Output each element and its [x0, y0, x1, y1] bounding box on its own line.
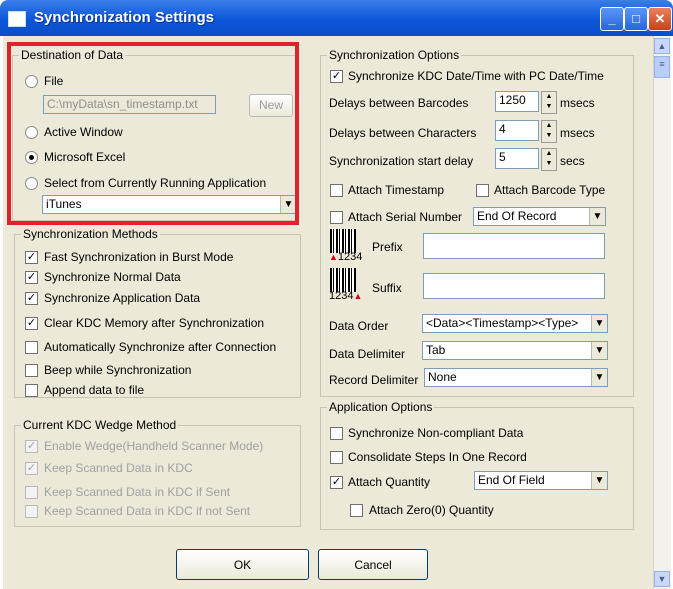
noncompliant-label: Synchronize Non-compliant Data — [348, 426, 524, 440]
attach-quantity-checkbox[interactable]: ✓ — [330, 476, 343, 489]
scroll-up-icon[interactable]: ▲ — [654, 38, 670, 54]
delay-chars-spinner[interactable]: ▲ ▼ — [541, 120, 557, 143]
keep-scanned-checkbox[interactable]: ✓ — [25, 462, 38, 475]
data-delimiter-value: Tab — [426, 343, 446, 357]
keep-if-not-sent-label: Keep Scanned Data in KDC if not Sent — [44, 504, 251, 518]
enable-wedge-label: Enable Wedge(Handheld Scanner Mode) — [44, 439, 264, 453]
cancel-button[interactable]: Cancel — [318, 549, 428, 580]
append-file-label: Append data to file — [44, 383, 145, 397]
data-delimiter-label: Data Delimiter — [329, 347, 406, 361]
suffix-barcode-number: 1234▲ — [329, 290, 363, 302]
attach-quantity-label: Attach Quantity — [348, 475, 431, 489]
wedge-legend: Current KDC Wedge Method — [21, 418, 179, 432]
sync-methods-legend: Synchronization Methods — [21, 227, 160, 241]
clear-memory-label: Clear KDC Memory after Synchronization — [44, 316, 265, 330]
close-button[interactable]: ✕ — [648, 7, 672, 31]
delay-barcodes-input[interactable]: 1250 — [495, 91, 539, 112]
delay-chars-input[interactable]: 4 — [495, 120, 539, 141]
attach-zero-checkbox[interactable] — [350, 504, 363, 517]
chevron-down-icon[interactable]: ▼ — [591, 315, 607, 332]
data-order-value: <Data><Timestamp><Type> — [426, 316, 579, 330]
append-file-checkbox[interactable] — [25, 384, 38, 397]
clear-memory-checkbox[interactable]: ✓ — [25, 317, 38, 330]
data-delimiter-select[interactable]: Tab ▼ — [422, 341, 608, 360]
delay-barcodes-label: Delays between Barcodes — [329, 96, 469, 110]
enable-wedge-checkbox[interactable]: ✓ — [25, 440, 38, 453]
noncompliant-checkbox[interactable] — [330, 427, 343, 440]
keep-if-sent-label: Keep Scanned Data in KDC if Sent — [44, 485, 231, 499]
red-triangle-icon: ▲ — [329, 252, 338, 262]
keep-scanned-label: Keep Scanned Data in KDC — [44, 461, 193, 475]
application-data-label: Synchronize Application Data — [44, 291, 201, 305]
chevron-down-icon[interactable]: ▼ — [591, 472, 607, 489]
highlight-frame — [7, 42, 299, 225]
suffix-barcode-icon: 1234▲ — [329, 268, 363, 302]
attach-timestamp-label: Attach Timestamp — [348, 183, 445, 197]
beep-checkbox[interactable] — [25, 364, 38, 377]
sync-datetime-label: Synchronize KDC Date/Time with PC Date/T… — [348, 69, 604, 83]
delay-chars-label: Delays between Characters — [329, 126, 477, 140]
fast-burst-label: Fast Synchronization in Burst Mode — [44, 250, 234, 264]
consolidate-label: Consolidate Steps In One Record — [348, 450, 527, 464]
delay-barcodes-spinner[interactable]: ▲ ▼ — [541, 91, 557, 114]
beep-label: Beep while Synchronization — [44, 363, 192, 377]
start-delay-label: Synchronization start delay — [329, 154, 474, 168]
record-delimiter-value: None — [428, 370, 457, 384]
prefix-input[interactable] — [423, 233, 605, 259]
scroll-down-icon[interactable]: ▼ — [654, 571, 670, 587]
chevron-down-icon[interactable]: ▼ — [589, 208, 605, 225]
prefix-label: Prefix — [372, 240, 403, 254]
chevron-down-icon[interactable]: ▼ — [591, 342, 607, 359]
consolidate-checkbox[interactable] — [330, 451, 343, 464]
attach-serial-checkbox[interactable] — [330, 211, 343, 224]
keep-if-sent-checkbox[interactable] — [25, 486, 38, 499]
maximize-button[interactable]: □ — [624, 7, 648, 31]
auto-sync-label: Automatically Synchronize after Connecti… — [44, 340, 277, 354]
window-icon — [8, 11, 26, 27]
prefix-barcode-number: ▲1234 — [329, 251, 363, 263]
barcode-graphic — [330, 268, 356, 292]
vertical-scrollbar[interactable]: ▲ ≡ ▼ — [653, 36, 671, 589]
title-bar: Synchronization Settings _ □ ✕ — [0, 0, 673, 36]
window-title: Synchronization Settings — [34, 9, 215, 26]
keep-if-not-sent-checkbox[interactable] — [25, 505, 38, 518]
fast-burst-checkbox[interactable]: ✓ — [25, 251, 38, 264]
attach-zero-label: Attach Zero(0) Quantity — [369, 503, 494, 517]
delay-chars-unit: msecs — [560, 126, 595, 140]
sync-datetime-checkbox[interactable]: ✓ — [330, 70, 343, 83]
normal-data-checkbox[interactable]: ✓ — [25, 271, 38, 284]
data-order-select[interactable]: <Data><Timestamp><Type> ▼ — [422, 314, 608, 333]
ok-button[interactable]: OK — [176, 549, 309, 580]
app-options-legend: Application Options — [327, 400, 435, 414]
prefix-barcode-icon: ▲1234 — [329, 229, 363, 263]
normal-data-label: Synchronize Normal Data — [44, 270, 181, 284]
attach-barcode-type-checkbox[interactable] — [476, 184, 489, 197]
start-delay-spinner[interactable]: ▲ ▼ — [541, 148, 557, 171]
attach-serial-label: Attach Serial Number — [348, 210, 463, 224]
application-data-checkbox[interactable]: ✓ — [25, 292, 38, 305]
start-delay-unit: secs — [560, 154, 585, 168]
sync-options-legend: Synchronization Options — [327, 48, 462, 62]
suffix-input[interactable] — [423, 273, 605, 299]
start-delay-input[interactable]: 5 — [495, 148, 539, 169]
serial-position-value: End Of Record — [477, 209, 557, 223]
record-delimiter-label: Record Delimiter — [329, 373, 419, 387]
quantity-position-value: End Of Field — [478, 473, 545, 487]
barcode-graphic — [330, 229, 356, 253]
delay-barcodes-unit: msecs — [560, 96, 595, 110]
serial-position-select[interactable]: End Of Record ▼ — [473, 207, 606, 226]
record-delimiter-select[interactable]: None ▼ — [424, 368, 608, 387]
auto-sync-checkbox[interactable] — [25, 341, 38, 354]
suffix-label: Suffix — [372, 281, 402, 295]
chevron-down-icon[interactable]: ▼ — [591, 369, 607, 386]
data-order-label: Data Order — [329, 319, 389, 333]
scroll-thumb[interactable]: ≡ — [654, 56, 670, 78]
minimize-button[interactable]: _ — [600, 7, 624, 31]
attach-barcode-type-label: Attach Barcode Type — [494, 183, 606, 197]
quantity-position-select[interactable]: End Of Field ▼ — [474, 471, 608, 490]
attach-timestamp-checkbox[interactable] — [330, 184, 343, 197]
red-triangle-icon: ▲ — [353, 291, 363, 301]
